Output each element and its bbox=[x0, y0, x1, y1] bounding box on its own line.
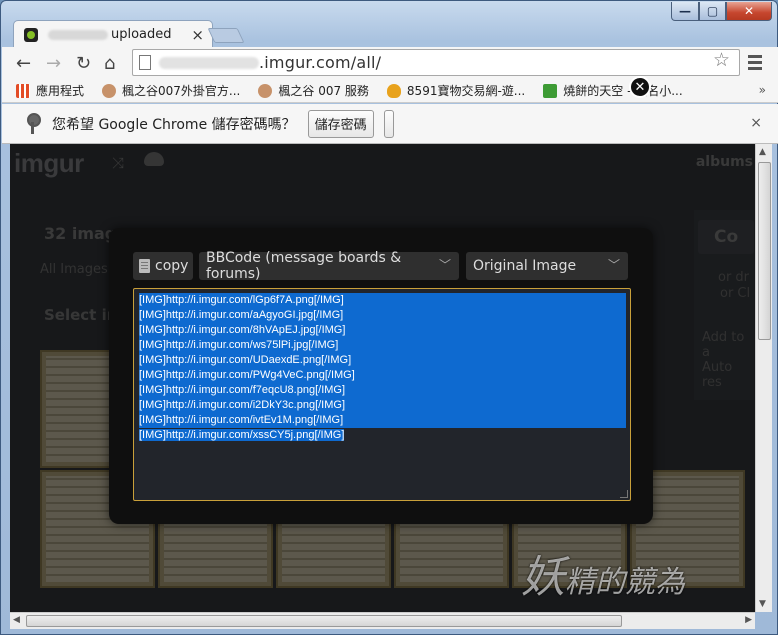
watermark-text: 精的競為 bbox=[565, 565, 685, 600]
scroll-thumb[interactable] bbox=[26, 615, 622, 627]
chevron-down-icon: ﹀ bbox=[438, 258, 451, 272]
bookmark-item[interactable]: 楓之谷 007 服務 bbox=[258, 82, 369, 99]
scroll-up-icon[interactable]: ▲ bbox=[759, 147, 766, 157]
vertical-scrollbar[interactable]: ▲ ▼ bbox=[755, 144, 772, 612]
bookmarks-overflow-button[interactable]: » bbox=[759, 83, 766, 97]
code-lines: [IMG]http://i.imgur.com/lGp6f7A.png[/IMG… bbox=[139, 293, 625, 443]
face-icon bbox=[258, 83, 273, 98]
copy-button[interactable]: copy bbox=[133, 252, 193, 280]
embed-code-line: [IMG]http://i.imgur.com/UDaexdE.png[/IMG… bbox=[139, 353, 625, 368]
embed-code-line: [IMG]http://i.imgur.com/aAgyoGI.jpg[/IMG… bbox=[139, 308, 625, 323]
tab-active[interactable]: uploaded × bbox=[13, 20, 213, 48]
bookmarks-bar: 應用程式 楓之谷007外掛官方... 楓之谷 007 服務 8591寶物交易網-… bbox=[2, 79, 778, 103]
page-icon bbox=[139, 55, 151, 70]
reload-icon[interactable]: ↻ bbox=[76, 53, 91, 74]
embed-code-line: [IMG]http://i.imgur.com/xssCY5j.png[/IMG… bbox=[139, 428, 625, 443]
infobar-close-icon[interactable]: × bbox=[750, 115, 762, 131]
blurred-subdomain bbox=[159, 56, 259, 69]
url-text: .imgur.com/all/ bbox=[259, 53, 382, 72]
infobar-message: 您希望 Google Chrome 儲存密碼嗎？ bbox=[52, 116, 296, 133]
horizontal-scrollbar[interactable]: ◀ ▶ bbox=[10, 612, 755, 629]
embed-code-text: [IMG]http://i.imgur.com/xssCY5j.png[/IMG… bbox=[139, 429, 345, 441]
embed-code-text: [IMG]http://i.imgur.com/8hVApEJ.jpg[/IMG… bbox=[139, 324, 346, 336]
password-options-dropdown[interactable] bbox=[383, 109, 394, 138]
embed-code-line: [IMG]http://i.imgur.com/ws75lPi.jpg[/IMG… bbox=[139, 338, 625, 353]
imgur-favicon-icon bbox=[24, 27, 38, 42]
format-select[interactable]: BBCode (message boards & forums) ﹀ bbox=[199, 250, 459, 282]
home-icon[interactable]: ⌂ bbox=[104, 53, 115, 74]
toolbar: ← → ↻ ⌂ .imgur.com/all/ ☆ bbox=[2, 47, 778, 79]
tab-title: uploaded bbox=[111, 27, 172, 42]
scroll-left-icon[interactable]: ◀ bbox=[13, 615, 20, 625]
window-close-button[interactable]: ✕ bbox=[726, 2, 772, 21]
new-tab-button[interactable] bbox=[207, 28, 245, 43]
document-icon bbox=[139, 259, 150, 273]
embed-code-text: [IMG]http://i.imgur.com/i2DkY3c.png[/IMG… bbox=[139, 399, 346, 411]
scroll-thumb[interactable] bbox=[758, 162, 771, 340]
embed-code-line: [IMG]http://i.imgur.com/8hVApEJ.jpg[/IMG… bbox=[139, 323, 625, 338]
embed-code-line: [IMG]http://i.imgur.com/f7eqcU8.png[/IMG… bbox=[139, 383, 625, 398]
key-icon bbox=[26, 112, 41, 135]
resize-grip-icon[interactable] bbox=[620, 490, 628, 498]
money-bag-icon bbox=[386, 83, 401, 98]
chevron-down-icon: ﹀ bbox=[607, 258, 620, 272]
watermark-logo: 妖精的競為 bbox=[521, 541, 685, 605]
bookmark-star-icon[interactable]: ☆ bbox=[713, 49, 730, 71]
bookmark-apps[interactable]: 應用程式 bbox=[16, 82, 84, 99]
bookmark-label: 應用程式 bbox=[36, 84, 85, 98]
apps-grid-icon bbox=[16, 83, 30, 98]
face-icon bbox=[102, 83, 117, 98]
embed-code-text: [IMG]http://i.imgur.com/UDaexdE.png[/IMG… bbox=[139, 354, 352, 366]
maximize-button[interactable]: ▢ bbox=[699, 2, 726, 21]
embed-code-line: [IMG]http://i.imgur.com/i2DkY3c.png[/IMG… bbox=[139, 398, 625, 413]
bookmark-label: 8591寶物交易網-遊... bbox=[406, 84, 526, 98]
embed-codes-modal: copy BBCode (message boards & forums) ﹀ … bbox=[109, 228, 653, 524]
size-select[interactable]: Original Image ﹀ bbox=[466, 252, 628, 280]
save-password-button[interactable]: 儲存密碼 bbox=[307, 109, 374, 138]
bookmark-item[interactable]: 燒餅的天空 - 無名小... bbox=[543, 82, 683, 99]
embed-code-line: [IMG]http://i.imgur.com/lGp6f7A.png[/IMG… bbox=[139, 293, 625, 308]
browser-window: — ▢ ✕ uploaded × ← → ↻ ⌂ .imgur.com/all/… bbox=[0, 0, 778, 635]
modal-close-icon[interactable]: ✕ bbox=[629, 76, 651, 98]
bookmark-label: 燒餅的天空 - 無名小... bbox=[563, 84, 683, 98]
minimize-button[interactable]: — bbox=[671, 2, 699, 21]
format-selected-value: BBCode (message boards & forums) bbox=[206, 250, 402, 282]
bookmark-label: 楓之谷007外掛官方... bbox=[122, 84, 241, 98]
back-arrow-icon[interactable]: ← bbox=[16, 53, 31, 74]
embed-code-textarea[interactable]: [IMG]http://i.imgur.com/lGp6f7A.png[/IMG… bbox=[133, 288, 631, 501]
address-bar[interactable]: .imgur.com/all/ bbox=[132, 49, 740, 76]
bookmark-label: 楓之谷 007 服務 bbox=[278, 84, 369, 98]
bookmark-item[interactable]: 楓之谷007外掛官方... bbox=[102, 82, 240, 99]
forward-arrow-icon[interactable]: → bbox=[46, 53, 61, 74]
watermark-big-char: 妖 bbox=[521, 552, 565, 603]
scroll-down-icon[interactable]: ▼ bbox=[759, 599, 766, 609]
size-selected-value: Original Image bbox=[473, 258, 577, 274]
copy-label: copy bbox=[155, 258, 189, 274]
embed-code-text: [IMG]http://i.imgur.com/ivtEv1M.png[/IMG… bbox=[139, 414, 344, 426]
embed-code-text: [IMG]http://i.imgur.com/f7eqcU8.png[/IMG… bbox=[139, 384, 346, 396]
embed-code-text: [IMG]http://i.imgur.com/PWg4VeC.png[/IMG… bbox=[139, 369, 355, 381]
embed-code-line: [IMG]http://i.imgur.com/ivtEv1M.png[/IMG… bbox=[139, 413, 625, 428]
embed-code-text: [IMG]http://i.imgur.com/aAgyoGI.jpg[/IMG… bbox=[139, 309, 344, 321]
embed-code-text: [IMG]http://i.imgur.com/lGp6f7A.png[/IMG… bbox=[139, 294, 344, 306]
blurred-title-part bbox=[48, 29, 108, 40]
embed-code-line: [IMG]http://i.imgur.com/PWg4VeC.png[/IMG… bbox=[139, 368, 625, 383]
save-password-infobar: 您希望 Google Chrome 儲存密碼嗎？ 儲存密碼 × bbox=[2, 104, 778, 144]
embed-code-text: [IMG]http://i.imgur.com/ws75lPi.jpg[/IMG… bbox=[139, 339, 339, 351]
chrome-menu-icon[interactable] bbox=[748, 55, 762, 73]
tab-close-icon[interactable]: × bbox=[191, 26, 204, 44]
scroll-right-icon[interactable]: ▶ bbox=[745, 615, 752, 625]
green-book-icon bbox=[543, 83, 558, 98]
bookmark-item[interactable]: 8591寶物交易網-遊... bbox=[386, 82, 526, 99]
